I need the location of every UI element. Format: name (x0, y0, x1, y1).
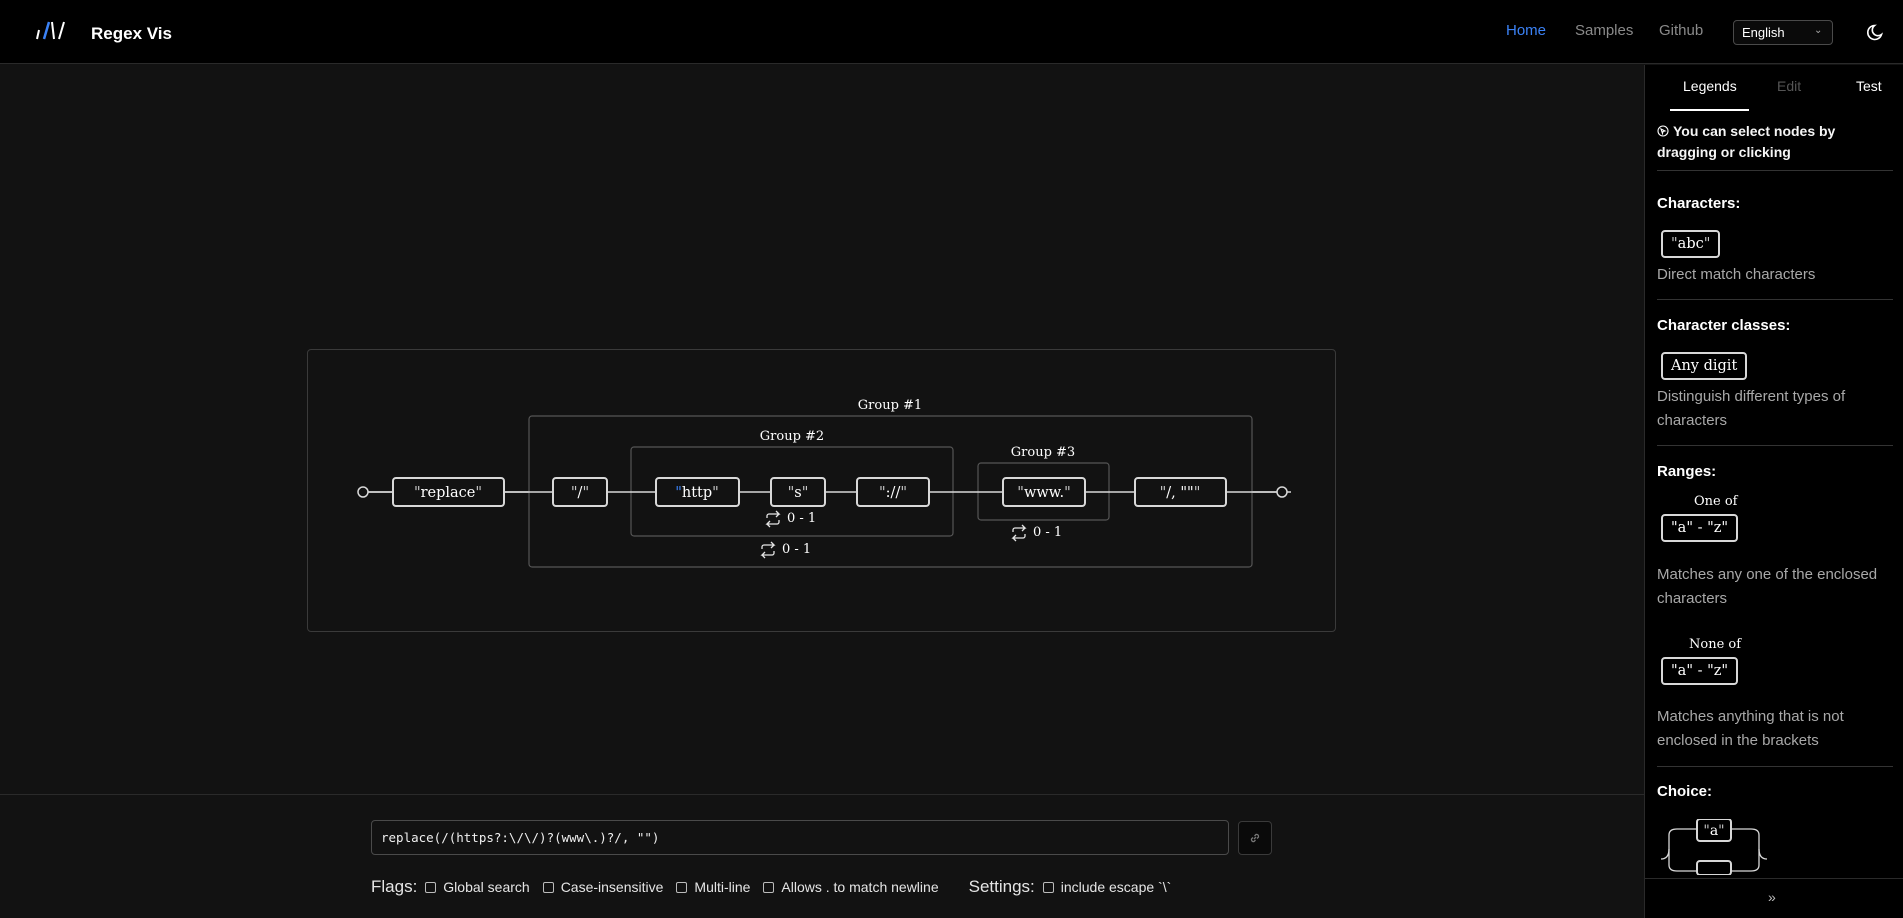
svg-text:"/": "/" (571, 485, 589, 501)
checkbox[interactable] (763, 881, 775, 893)
nav-github-link[interactable]: Github (1659, 22, 1703, 39)
node-s: "s" (770, 477, 826, 507)
regex-editor-area: replace(/(https?:\/\/)?(www\.)?/, "") Fl… (0, 794, 1644, 918)
svg-text:0 - 1: 0 - 1 (782, 542, 811, 557)
node-http: "http" (655, 477, 740, 507)
divider (1657, 445, 1893, 446)
checkbox[interactable] (1042, 881, 1054, 893)
tab-test[interactable]: Test (1856, 78, 1882, 94)
group-1-label: Group #1 (858, 398, 922, 413)
checkbox[interactable] (676, 881, 688, 893)
svg-text:"/, """: "/, """ (1160, 485, 1201, 501)
graph-canvas[interactable]: Group #1 Group #2 Group #3 "replace" "/"… (0, 65, 1644, 794)
characters-example-node: "abc" (1661, 230, 1721, 258)
double-chevron-right-icon: » (1768, 889, 1776, 905)
character-classes-example-node: Any digit (1661, 352, 1748, 380)
regex-diagram[interactable]: Group #1 Group #2 Group #3 "replace" "/"… (307, 349, 1336, 632)
none-of-description: Matches anything that is not enclosed in… (1657, 708, 1844, 749)
flag-case-insensitive[interactable]: Case-insensitive (542, 879, 663, 895)
node-slash: "/" (552, 477, 608, 507)
flags-label: Flags: (371, 877, 418, 896)
svg-text:"http": "http" (675, 485, 719, 501)
flags-row: Flags: Global search Case-insensitive Mu… (371, 875, 1184, 899)
moon-icon[interactable] (1866, 22, 1886, 42)
regex-input[interactable]: replace(/(https?:\/\/)?(www\.)?/, "") (371, 820, 1229, 855)
one-of-example-node: "a" - "z" (1661, 514, 1739, 542)
end-node (1276, 486, 1288, 498)
checkbox[interactable] (542, 881, 554, 893)
tab-legends[interactable]: Legends (1683, 78, 1737, 94)
ranges-title: Ranges: (1657, 463, 1717, 480)
legend-panel: Legends Edit Test You can select nodes b… (1644, 65, 1903, 918)
nav-samples-link[interactable]: Samples (1575, 22, 1633, 39)
active-tab-indicator (1670, 109, 1749, 111)
link-icon (1250, 833, 1260, 843)
app-title[interactable]: Regex Vis (91, 24, 172, 44)
none-of-example-node: "a" - "z" (1661, 657, 1739, 685)
settings-label: Settings: (968, 877, 1035, 896)
cursor-circle-icon (1657, 125, 1669, 137)
chevron-down-icon: ⌄ (1814, 25, 1823, 36)
group-2-label: Group #2 (760, 429, 824, 444)
expand-panel-button[interactable]: » (1645, 878, 1903, 918)
top-bar: Regex Vis Home Samples Github English ⌄ (0, 0, 1903, 64)
one-of-description: Matches any one of the enclosed characte… (1657, 566, 1878, 607)
svg-text:0 - 1: 0 - 1 (787, 511, 816, 526)
start-node (357, 486, 369, 498)
checkbox[interactable] (425, 881, 437, 893)
svg-text:"s": "s" (788, 485, 809, 501)
panel-tabs: Legends Edit Test (1645, 65, 1903, 111)
nav-home-link[interactable]: Home (1506, 22, 1546, 39)
selection-hint: You can select nodes by dragging or clic… (1657, 123, 1836, 160)
regex-vis-logo[interactable] (34, 19, 70, 43)
copy-link-button[interactable] (1238, 821, 1272, 855)
characters-title: Characters: (1657, 195, 1741, 212)
choice-example-diagram: "a" (1660, 819, 1768, 875)
setting-include-escape[interactable]: include escape `\` (1042, 879, 1171, 895)
svg-text:0 - 1: 0 - 1 (1033, 525, 1062, 540)
divider (1657, 170, 1893, 171)
group-3-label: Group #3 (1011, 445, 1075, 460)
svg-text:"www.": "www." (1017, 485, 1070, 501)
flag-global-search[interactable]: Global search (425, 879, 530, 895)
node-replace: "replace" (392, 477, 505, 507)
flag-multi-line[interactable]: Multi-line (676, 879, 750, 895)
tab-edit[interactable]: Edit (1777, 78, 1801, 94)
character-classes-title: Character classes: (1657, 317, 1791, 334)
characters-description: Direct match characters (1657, 266, 1816, 283)
node-www: "www." (1002, 477, 1086, 507)
svg-text:"replace": "replace" (414, 485, 482, 501)
none-of-label: None of (1689, 637, 1742, 652)
divider (1657, 299, 1893, 300)
node-slash-empty: "/, """ (1134, 477, 1227, 507)
node-colon-slashes: "://" (856, 477, 930, 507)
character-classes-description: Distinguish different types of character… (1657, 388, 1846, 429)
one-of-label: One of (1694, 494, 1738, 509)
svg-text:"a": "a" (1703, 823, 1724, 839)
flag-dot-all[interactable]: Allows . to match newline (763, 879, 939, 895)
choice-title: Choice: (1657, 783, 1713, 800)
svg-text:"://": "://" (879, 485, 907, 501)
divider (1657, 766, 1893, 767)
